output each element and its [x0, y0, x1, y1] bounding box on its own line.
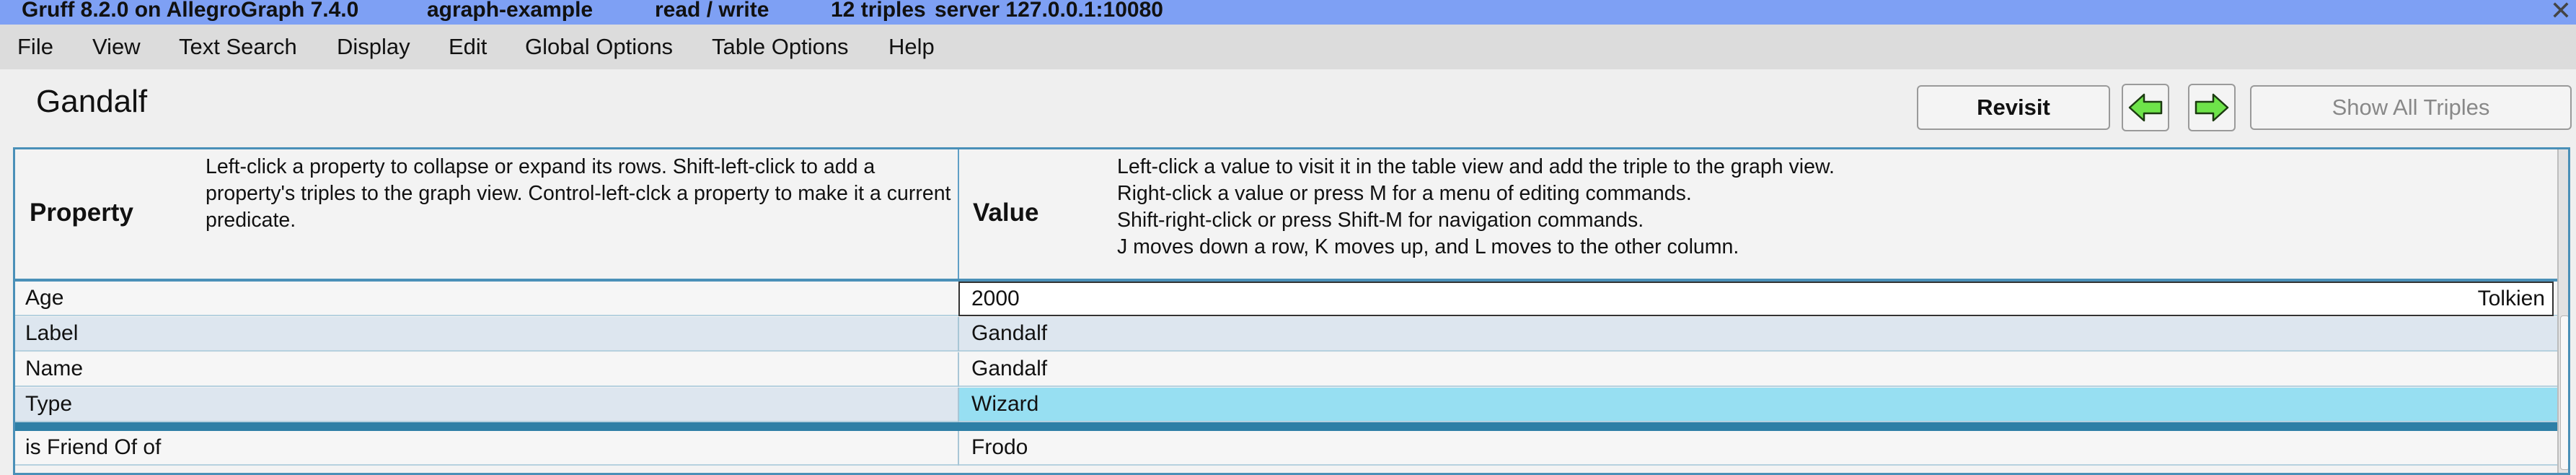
menu-file[interactable]: File [17, 25, 53, 69]
access-mode: read / write [655, 0, 769, 22]
table-row[interactable]: Label Gandalf [15, 317, 2557, 352]
show-all-triples-button[interactable]: Show All Triples [2250, 85, 2572, 130]
property-cell[interactable]: is Friend Of of [25, 431, 161, 464]
value-help-line: Shift-right-click or press Shift-M for n… [1117, 209, 1644, 232]
table-row[interactable]: Age 2000 Tolkien [15, 282, 2557, 316]
left-arrow-icon [2128, 93, 2163, 122]
menu-text-search[interactable]: Text Search [179, 25, 297, 69]
menu-help[interactable]: Help [888, 25, 935, 69]
value-cell[interactable]: Gandalf [971, 317, 1047, 350]
value-help-text: Left-click a value to visit it in the ta… [1117, 154, 2552, 261]
value-cell[interactable]: 2000 [971, 283, 1020, 315]
column-divider [958, 431, 959, 466]
value-help-line: Left-click a value to visit it in the ta… [1117, 155, 1835, 178]
menu-display[interactable]: Display [337, 25, 410, 69]
column-divider [958, 388, 959, 422]
selected-value-cell[interactable]: 2000 Tolkien [958, 282, 2554, 316]
menu-bar: File View Text Search Display Edit Globa… [0, 25, 2576, 69]
repository-name: agraph-example [427, 0, 594, 22]
table-row[interactable]: is Friend Of of Frodo [15, 431, 2557, 466]
group-separator [15, 422, 2557, 431]
menu-table-options[interactable]: Table Options [712, 25, 849, 69]
source-label: Tolkien [2477, 287, 2545, 310]
value-cell[interactable]: Wizard [971, 388, 1038, 421]
column-divider [958, 317, 959, 352]
table-row[interactable]: Name Gandalf [15, 352, 2557, 387]
property-cell[interactable]: Type [25, 388, 72, 421]
value-column-header[interactable]: Value [973, 199, 1038, 227]
forward-button[interactable] [2188, 84, 2236, 131]
table-row[interactable]: Type Wizard [15, 388, 2557, 422]
property-cell[interactable]: Name [25, 352, 83, 385]
highlighted-value-cell[interactable] [959, 388, 2557, 421]
property-help-text: Left-click a property to collapse or exp… [206, 155, 951, 232]
column-divider [958, 352, 959, 387]
triples-table: Property Left-click a property to collap… [13, 147, 2570, 475]
menu-global-options[interactable]: Global Options [525, 25, 673, 69]
server-address: server 127.0.0.1:10080 [935, 0, 1163, 22]
close-icon[interactable]: ✕ [2550, 0, 2572, 24]
menu-edit[interactable]: Edit [449, 25, 487, 69]
subject-title: Gandalf [36, 84, 148, 119]
table-header: Property Left-click a property to collap… [15, 149, 2557, 282]
app-title: Gruff 8.2.0 on AllegroGraph 7.4.0 [22, 0, 359, 22]
triple-count: 12 triples [831, 0, 926, 22]
scrollbar-thumb[interactable] [2560, 315, 2568, 470]
property-column-header[interactable]: Property [30, 199, 133, 227]
back-button[interactable] [2122, 84, 2169, 131]
value-help-line: J moves down a row, K moves up, and L mo… [1117, 235, 1739, 258]
property-cell[interactable]: Age [25, 282, 63, 315]
property-cell[interactable]: Label [25, 317, 78, 350]
value-cell[interactable]: Gandalf [971, 352, 1047, 385]
right-arrow-icon [2195, 93, 2229, 122]
menu-view[interactable]: View [92, 25, 141, 69]
value-cell[interactable]: Frodo [971, 431, 1028, 464]
revisit-button[interactable]: Revisit [1917, 85, 2110, 130]
column-divider[interactable] [958, 149, 959, 279]
vertical-scrollbar[interactable] [2557, 149, 2568, 473]
title-bar: Gruff 8.2.0 on AllegroGraph 7.4.0 agraph… [0, 0, 2576, 25]
value-help-line: Right-click a value or press M for a men… [1117, 182, 1692, 205]
